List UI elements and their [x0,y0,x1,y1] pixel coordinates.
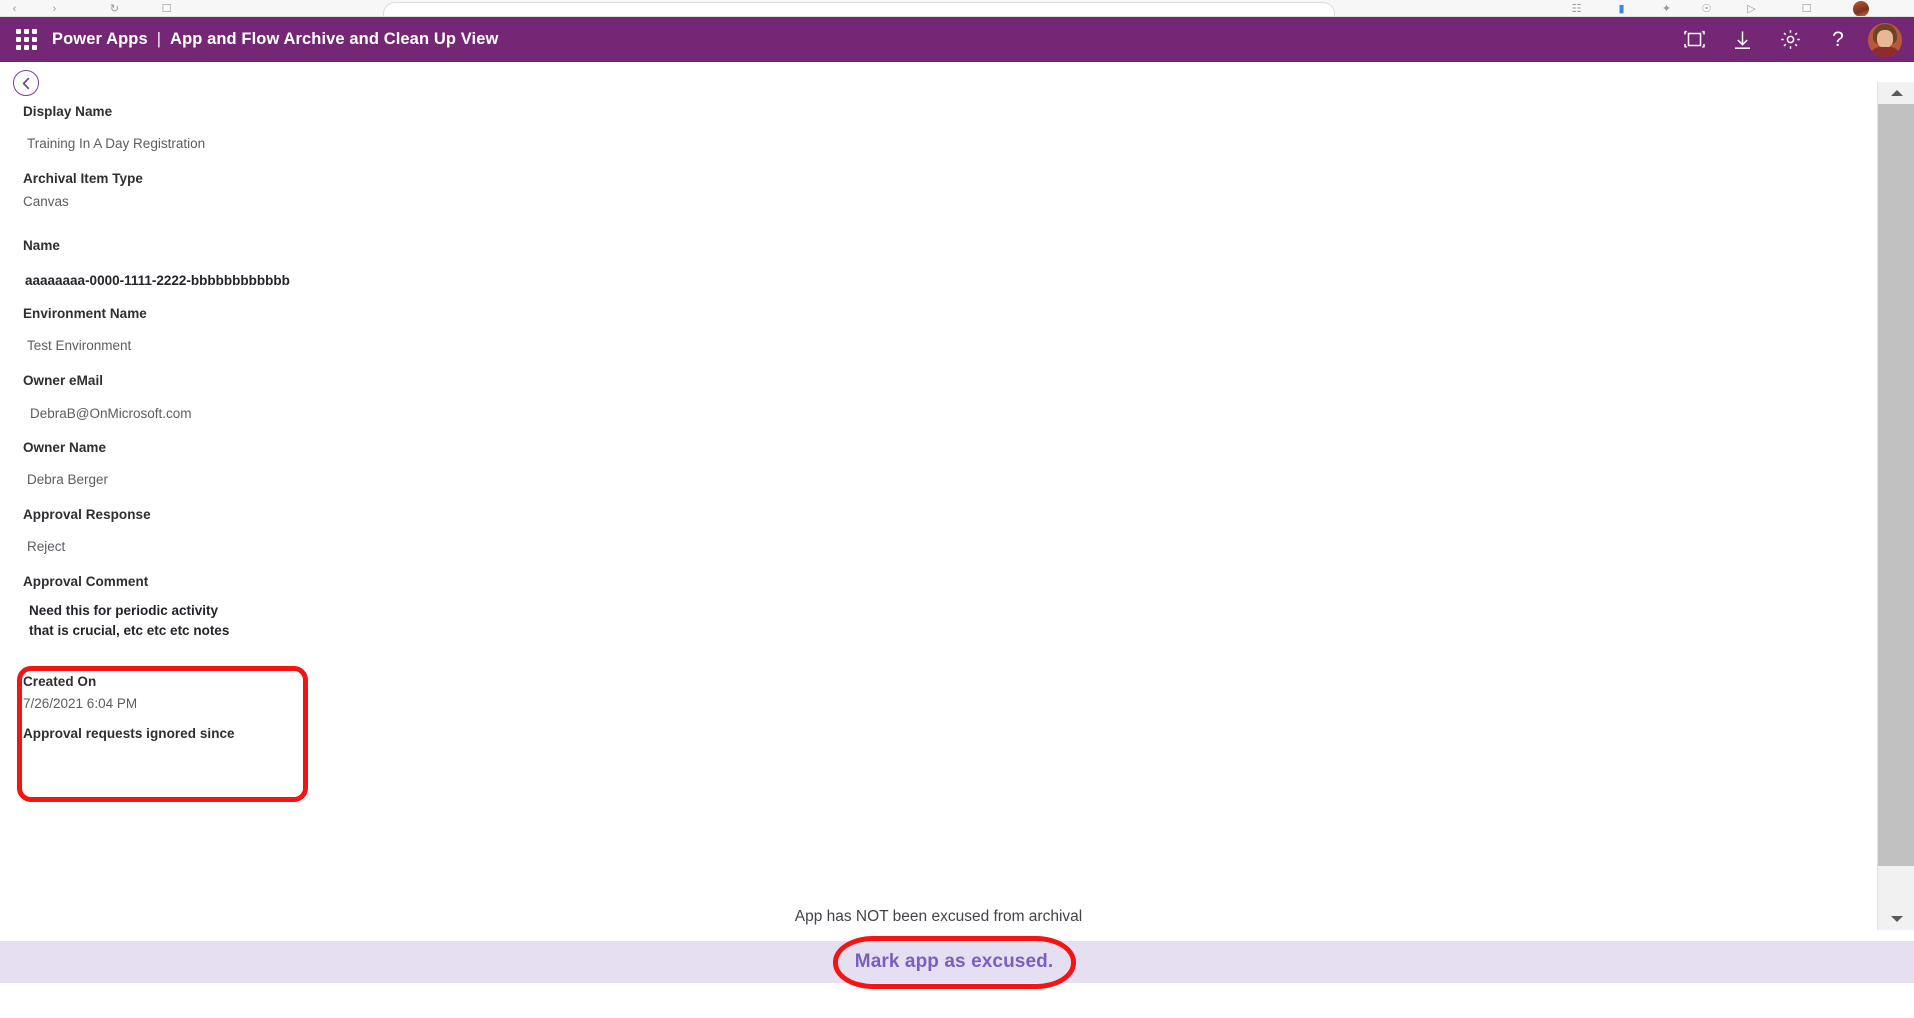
field-label: Owner eMail [23,373,104,388]
field-value: DebraB@OnMicrosoft.com [30,406,192,421]
back-arrow-icon[interactable]: ‹ [8,3,21,16]
field-label: Approval Comment [23,574,149,589]
field-value: Need this for periodic activity that is … [29,603,230,638]
mark-app-as-excused-button[interactable]: Mark app as excused. [838,941,1070,983]
bookmark-folder-icon[interactable]: ☐ [160,3,173,16]
copilot-icon[interactable]: ☐ [1800,3,1813,16]
collections-icon[interactable]: ▮ [1615,3,1628,16]
download-icon[interactable] [1718,17,1766,62]
field-value: 7/26/2021 6:04 PM [23,696,138,711]
archival-status-text: App has NOT been excused from archival [794,908,1083,925]
field-value: Training In A Day Registration [27,136,206,151]
field-value: Reject [27,539,66,554]
vertical-scrollbar[interactable] [1877,82,1914,930]
field-value: aaaaaaaa-0000-1111-2222-bbbbbbbbbbbb [25,273,290,288]
field-label: Created On [23,674,97,689]
split-screen-icon[interactable]: ▷ [1745,3,1758,16]
field-label: Name [23,238,60,253]
field-value: Canvas [23,194,69,209]
profile-avatar-icon[interactable] [1853,1,1869,16]
content-pane: Display Name Training In A Day Registrat… [0,62,1877,941]
browser-essentials-icon[interactable]: ☉ [1700,3,1713,16]
page-title: App and Flow Archive and Clean Up View [170,30,499,48]
brand-separator: | [156,30,162,48]
account-avatar[interactable] [1868,22,1902,57]
avatar-face [1877,29,1893,48]
app-launcher-waffle-icon[interactable] [13,27,39,53]
field-label: Approval requests ignored since [23,726,235,741]
app-header: Power Apps | App and Flow Archive and Cl… [0,17,1914,62]
field-value: Test Environment [27,338,132,353]
scroll-down-arrow-icon[interactable] [1878,908,1914,930]
fit-to-screen-icon[interactable] [1670,17,1718,62]
scroll-up-arrow-icon[interactable] [1878,82,1914,104]
header-actions: ? [1670,17,1914,62]
help-icon[interactable]: ? [1814,17,1862,62]
reload-icon[interactable]: ↻ [108,3,121,16]
settings-gear-icon[interactable] [1766,17,1814,62]
help-glyph: ? [1832,28,1844,51]
app-root: ‹ › ↻ ☐ ☷ ▮ ✦ ☉ ▷ ☐ Power Apps | App and… [0,0,1914,1018]
field-label: Approval Response [23,507,151,522]
field-label: Environment Name [23,306,147,321]
brand-title-group: Power Apps | App and Flow Archive and Cl… [52,30,498,49]
field-label: Archival Item Type [23,171,143,186]
brand-name: Power Apps [52,30,148,48]
field-label: Display Name [23,104,113,119]
extensions-icon[interactable]: ✦ [1660,3,1673,16]
avatar-body [1870,46,1900,57]
back-button[interactable] [13,70,39,96]
reading-list-icon[interactable]: ☷ [1570,3,1583,16]
browser-chrome-strip: ‹ › ↻ ☐ ☷ ▮ ✦ ☉ ▷ ☐ [0,0,1914,17]
field-label: Owner Name [23,440,107,455]
browser-address-bar[interactable] [383,2,1335,16]
forward-arrow-icon[interactable]: › [48,3,61,16]
field-value: Debra Berger [27,472,109,487]
scrollbar-thumb[interactable] [1878,104,1914,866]
